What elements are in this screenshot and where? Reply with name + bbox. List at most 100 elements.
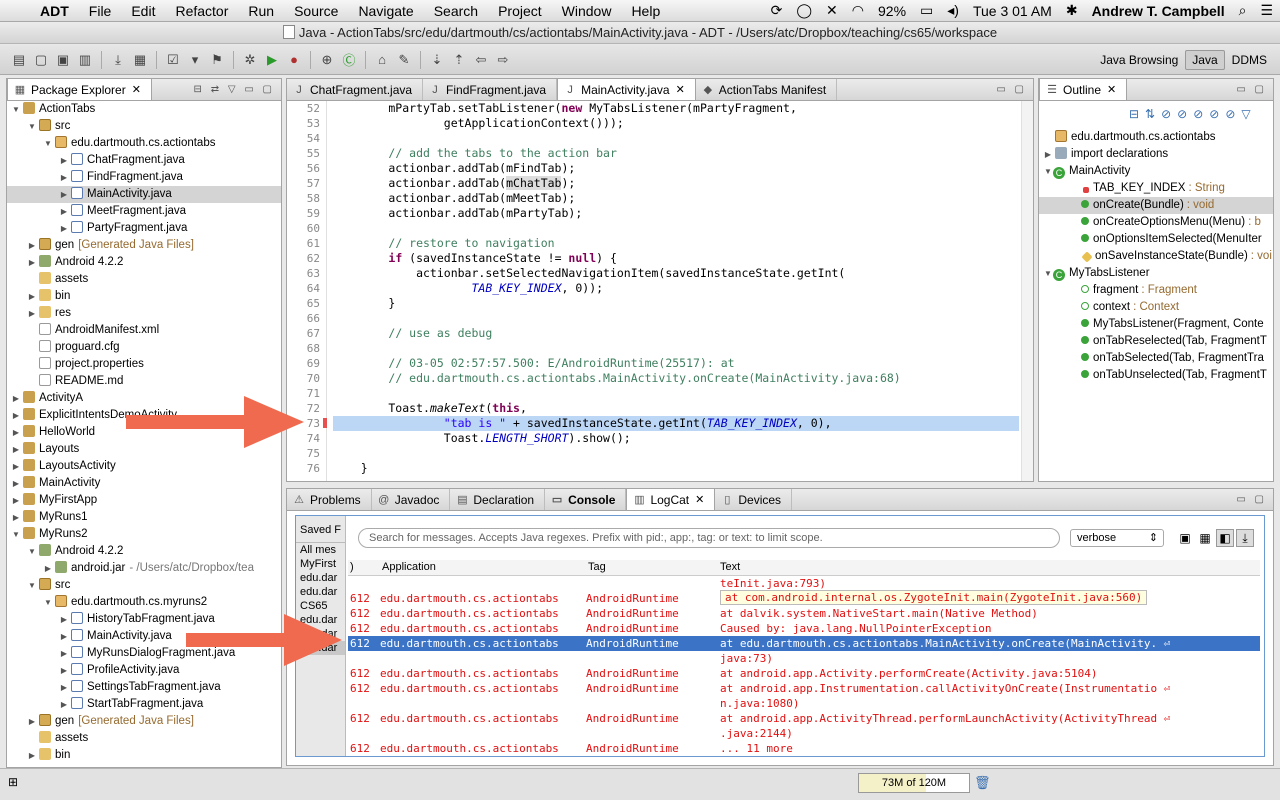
outline-item[interactable]: MyTabsListener(Fragment, Conte [1039, 316, 1273, 333]
menu-window[interactable]: Window [552, 3, 622, 19]
log-row[interactable]: teInit.java:793) [348, 576, 1260, 591]
debug-icon[interactable]: ✲ [242, 52, 258, 68]
tree-item[interactable]: ▶ MyFirstApp [7, 492, 281, 509]
collapsed-icon[interactable]: ▶ [59, 645, 69, 662]
outline-item[interactable]: ▼ C MyTabsListener [1039, 265, 1273, 282]
col-text[interactable]: Text [720, 561, 740, 573]
outline-item[interactable]: onCreate(Bundle): void [1039, 197, 1273, 214]
spotlight-icon[interactable]: ⌕ [1232, 2, 1254, 19]
bluetooth-off-icon[interactable]: ✕ [819, 2, 845, 19]
tree-item[interactable]: ▼ Android 4.2.2 [7, 543, 281, 560]
collapsed-icon[interactable]: ▶ [27, 747, 37, 764]
save-icon[interactable]: ▢ [33, 52, 49, 68]
tab-console[interactable]: ▭ Console [545, 489, 627, 510]
chat-icon[interactable]: ◯ [789, 2, 819, 19]
saved-filter-item[interactable]: CS65 [296, 599, 345, 613]
tab-problems[interactable]: ⚠ Problems [287, 489, 372, 510]
log-row[interactable]: 612 edu.dartmouth.cs.actiontabs AndroidRun… [348, 591, 1260, 606]
collapsed-icon[interactable]: ▶ [59, 152, 69, 169]
tree-item[interactable]: proguard.cfg [7, 339, 281, 356]
expanded-icon[interactable]: ▼ [43, 135, 53, 152]
expanded-icon[interactable]: ▼ [11, 526, 21, 543]
open-type-icon[interactable]: ⌂ [374, 52, 390, 68]
toggle-filters-icon[interactable]: ◧ [1216, 529, 1234, 547]
collapsed-icon[interactable]: ▶ [27, 254, 37, 271]
tab-devices[interactable]: ▯ Devices [715, 489, 793, 510]
log-row[interactable]: java:73) [348, 651, 1260, 666]
tab-javadoc[interactable]: @ Javadoc [372, 489, 451, 510]
saved-filter-item[interactable]: MyFirst [296, 557, 345, 571]
menu-project[interactable]: Project [488, 3, 552, 19]
collapsed-icon[interactable]: ▶ [59, 203, 69, 220]
tree-item[interactable]: assets [7, 271, 281, 288]
new-java-package-icon[interactable]: ⊕ [319, 52, 335, 68]
outline-item[interactable]: onTabReselected(Tab, FragmentT [1039, 333, 1273, 350]
outline-item[interactable]: edu.dartmouth.cs.actiontabs [1039, 129, 1273, 146]
notification-icon[interactable]: ☰ [1253, 2, 1280, 19]
tree-item[interactable]: assets [7, 730, 281, 747]
tree-item[interactable]: ▶ MainActivity.java [7, 186, 281, 203]
outline-item[interactable]: onTabSelected(Tab, FragmentTra [1039, 350, 1273, 367]
perspective-java[interactable]: Java [1185, 49, 1225, 70]
logcat-search-input[interactable]: Search for messages. Accepts Java regexe… [358, 528, 1060, 548]
tree-item[interactable]: ▶ ChatFragment.java [7, 152, 281, 169]
collapsed-icon[interactable]: ▶ [11, 509, 21, 526]
expanded-icon[interactable]: ▼ [27, 577, 37, 594]
collapsed-icon[interactable]: ▶ [11, 407, 21, 424]
wifi-icon[interactable]: ◠ [845, 2, 871, 19]
close-icon[interactable]: ✕ [676, 83, 685, 96]
view-controls-icon[interactable]: ⊟ ⇄ ▽ ▭ ▢ [194, 84, 275, 95]
collapsed-icon[interactable]: ▶ [11, 424, 21, 441]
collapsed-icon[interactable]: ▶ [59, 169, 69, 186]
outline-item[interactable]: ▼ C MainActivity [1039, 163, 1273, 180]
external-tools-icon[interactable]: ● [286, 52, 302, 68]
menu-edit[interactable]: Edit [121, 3, 165, 19]
tree-item[interactable]: ▼ ActionTabs [7, 101, 281, 118]
expanded-icon[interactable]: ▼ [11, 101, 21, 118]
volume-icon[interactable]: ◂) [940, 2, 966, 19]
saved-filter-item[interactable]: All mes [296, 543, 345, 557]
collapsed-icon[interactable]: ▶ [11, 475, 21, 492]
tree-item[interactable]: ▶ gen [Generated Java Files] [7, 237, 281, 254]
log-row[interactable]: .java:2144) [348, 726, 1260, 741]
expanded-icon[interactable]: ▼ [1043, 163, 1053, 180]
tab-manifest[interactable]: ◆ ActionTabs Manifest [696, 79, 838, 100]
scroll-lock-icon[interactable]: ⤓ [1236, 529, 1254, 547]
tree-item[interactable]: ▶ MyRuns1 [7, 509, 281, 526]
collapsed-icon[interactable]: ▶ [27, 288, 37, 305]
clock[interactable]: Tue 3 01 AM [966, 3, 1059, 19]
col-pid[interactable]: ) [350, 561, 354, 573]
expanded-icon[interactable]: ▶ [1043, 146, 1053, 163]
fast-view-icon[interactable]: ⊞ [8, 775, 18, 789]
log-row[interactable]: n.java:1080) [348, 696, 1260, 711]
collapsed-icon[interactable]: ▶ [27, 713, 37, 730]
collapsed-icon[interactable]: ▶ [11, 492, 21, 509]
outline-item[interactable]: onOptionsItemSelected(MenuIter [1039, 231, 1273, 248]
tree-item[interactable]: ▶ Android 4.2.2 [7, 254, 281, 271]
collapsed-icon[interactable]: ▶ [59, 186, 69, 203]
expanded-icon[interactable]: ▼ [27, 543, 37, 560]
collapsed-icon[interactable]: ▶ [59, 628, 69, 645]
log-row[interactable]: 612 edu.dartmouth.cs.actiontabs AndroidRun… [348, 636, 1260, 651]
menu-refactor[interactable]: Refactor [165, 3, 238, 19]
error-marker-icon[interactable] [323, 418, 327, 428]
run-icon[interactable]: ▶ [264, 52, 280, 68]
collapsed-icon[interactable]: ▶ [59, 220, 69, 237]
tree-item[interactable]: ▶ StartTabFragment.java [7, 696, 281, 713]
log-row[interactable]: 612 edu.dartmouth.cs.actiontabs AndroidRun… [348, 621, 1260, 636]
close-icon[interactable]: ✕ [695, 493, 704, 506]
tree-item[interactable]: ▶ SettingsTabFragment.java [7, 679, 281, 696]
tree-item[interactable]: project.properties [7, 356, 281, 373]
tab-outline[interactable]: ☰ Outline ✕ [1039, 78, 1128, 100]
tree-item[interactable]: AndroidManifest.xml [7, 322, 281, 339]
tab-findfragment[interactable]: J FindFragment.java [423, 79, 558, 100]
log-level-select[interactable]: verbose ⇕ [1070, 529, 1164, 547]
view-controls-icon[interactable]: ▭ ▢ [1236, 494, 1267, 505]
tree-item[interactable]: ▶ PartyFragment.java [7, 220, 281, 237]
sdk-manager-icon[interactable]: ▦ [132, 52, 148, 68]
battery-percent[interactable]: 92% [871, 3, 913, 19]
collapsed-icon[interactable]: ▶ [59, 696, 69, 713]
task-icon[interactable]: ☑ [165, 52, 181, 68]
search-tool-icon[interactable]: ✎ [396, 52, 412, 68]
outline-toolbar[interactable]: ⊟⇅⊘⊘⊘⊘⊘▽ [1129, 107, 1257, 121]
